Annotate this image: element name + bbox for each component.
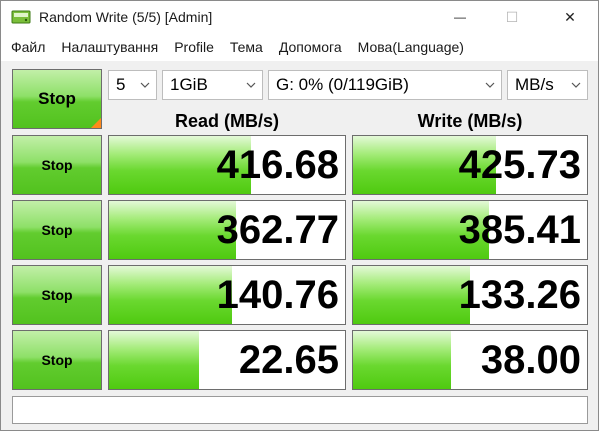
test-size-select[interactable]: 1GiB [162, 70, 263, 100]
test-count-value: 5 [116, 75, 126, 94]
read-result-row-3: 140.76 [108, 265, 346, 325]
corner-marker-icon [91, 118, 101, 128]
drive-select[interactable]: G: 0% (0/119GiB) [268, 70, 502, 100]
menu-theme[interactable]: Тема [222, 39, 271, 55]
read-value: 22.65 [238, 338, 339, 382]
write-value: 38.00 [480, 338, 581, 382]
test-count-select[interactable]: 5 [108, 70, 157, 100]
menu-bar: Файл Налаштування Profile Тема Допомога … [1, 35, 598, 59]
unit-select[interactable]: MB/s [507, 70, 588, 100]
benchmark-panel: Stop 5 1GiB G: 0% (0/119GiB) MB/s Read (… [1, 61, 598, 430]
comment-field[interactable] [12, 396, 588, 424]
menu-file[interactable]: Файл [1, 39, 53, 55]
stop-label: Stop [41, 287, 73, 303]
write-result-row-2: 385.41 [352, 200, 588, 260]
write-result-row-4: 38.00 [352, 330, 588, 390]
chevron-down-icon [134, 71, 156, 99]
stop-label: Stop [41, 352, 73, 368]
read-result-row-4: 22.65 [108, 330, 346, 390]
stop-label: Stop [41, 157, 73, 173]
minimize-icon: — [454, 10, 466, 24]
read-header: Read (MB/s) [174, 111, 279, 131]
write-value: 133.26 [458, 273, 581, 317]
write-bar [353, 266, 470, 324]
minimize-button[interactable]: — [437, 1, 483, 33]
write-result-row-3: 133.26 [352, 265, 588, 325]
menu-settings[interactable]: Налаштування [53, 39, 166, 55]
write-result-row-1: 425.73 [352, 135, 588, 195]
read-result-row-2: 362.77 [108, 200, 346, 260]
stop-all-button[interactable]: Stop [12, 69, 102, 129]
title-bar: Random Write (5/5) [Admin] — ☐ ✕ [1, 1, 598, 33]
read-result-row-1: 416.68 [108, 135, 346, 195]
write-value: 385.41 [458, 208, 581, 252]
close-icon: ✕ [564, 8, 576, 25]
stop-all-label: Stop [38, 89, 76, 108]
write-value: 425.73 [458, 143, 581, 187]
stop-button-row-4[interactable]: Stop [12, 330, 102, 390]
stop-label: Stop [41, 222, 73, 238]
menu-language[interactable]: Мова(Language) [350, 39, 472, 55]
maximize-icon: ☐ [505, 8, 519, 25]
test-size-value: 1GiB [170, 75, 208, 94]
maximize-button[interactable]: ☐ [489, 1, 535, 33]
read-value: 416.68 [216, 143, 339, 187]
chevron-down-icon [565, 71, 587, 99]
read-bar [109, 331, 199, 389]
read-value: 362.77 [216, 208, 339, 252]
stop-button-row-2[interactable]: Stop [12, 200, 102, 260]
chevron-down-icon [240, 71, 262, 99]
drive-value: G: 0% (0/119GiB) [276, 75, 409, 94]
write-bar [353, 331, 452, 389]
menu-help[interactable]: Допомога [271, 39, 350, 55]
chevron-down-icon [479, 71, 501, 99]
stop-button-row-1[interactable]: Stop [12, 135, 102, 195]
read-value: 140.76 [216, 273, 339, 317]
unit-value: MB/s [515, 75, 554, 94]
read-bar [109, 266, 232, 324]
close-button[interactable]: ✕ [547, 1, 593, 33]
write-header: Write (MB/s) [417, 111, 523, 131]
disk-icon [11, 8, 31, 26]
menu-profile[interactable]: Profile [166, 39, 222, 55]
window-title: Random Write (5/5) [Admin] [39, 9, 213, 25]
app-window: Random Write (5/5) [Admin] — ☐ ✕ Файл На… [0, 0, 599, 431]
stop-button-row-3[interactable]: Stop [12, 265, 102, 325]
